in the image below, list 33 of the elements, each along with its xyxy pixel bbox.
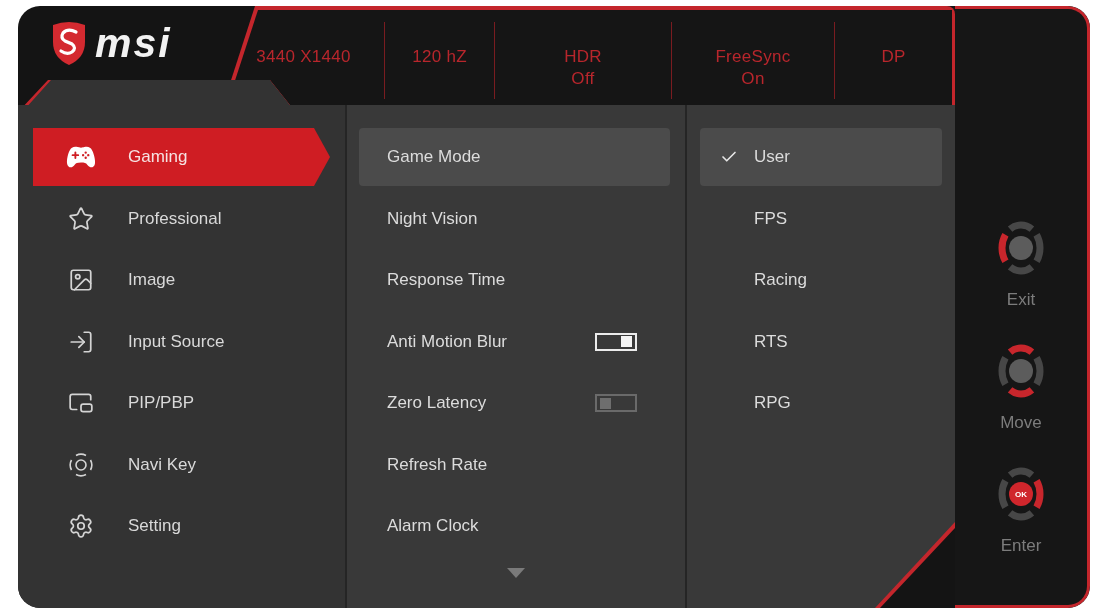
shield-logo-icon — [50, 20, 88, 66]
option-item[interactable]: Racing — [700, 251, 942, 309]
menu-item[interactable]: Gaming — [33, 128, 330, 186]
status-label: DP — [881, 46, 906, 68]
status-label: HDR — [564, 46, 602, 68]
status-value: Off — [571, 68, 595, 90]
key-hint-label: Enter — [1000, 536, 1042, 556]
option-item[interactable]: RPG — [700, 374, 942, 432]
option-item[interactable]: User — [700, 128, 942, 186]
menu-item[interactable]: PIP/PBP — [33, 374, 330, 432]
toggle-switch[interactable] — [595, 394, 637, 412]
status-label: FreeSync — [715, 46, 791, 68]
status-label: 120 hZ — [412, 46, 467, 68]
menu-item[interactable]: Setting — [33, 497, 330, 555]
submenu-item[interactable]: Game Mode — [359, 128, 670, 186]
menu-item[interactable]: Image — [33, 251, 330, 309]
submenu-item[interactable]: Zero Latency — [359, 374, 670, 432]
key-hint-label: Move — [1000, 413, 1042, 433]
menu-item[interactable]: Input Source — [33, 312, 330, 371]
status-label: 3440 X1440 — [256, 46, 351, 68]
option-item[interactable]: FPS — [700, 189, 942, 248]
caret-down-icon — [507, 568, 525, 578]
submenu-item[interactable]: Refresh Rate — [359, 435, 670, 494]
submenu-item[interactable]: Alarm Clock — [359, 497, 670, 555]
status-value: On — [741, 68, 765, 90]
key-hint-label: Exit — [1006, 290, 1036, 310]
option-item[interactable]: RTS — [700, 312, 942, 371]
menu-item[interactable]: Professional — [33, 189, 330, 248]
submenu-item[interactable]: Night Vision — [359, 189, 670, 248]
logo-text: msi — [95, 22, 172, 64]
menu-item[interactable]: Navi Key — [33, 435, 330, 494]
submenu-item[interactable]: Anti Motion Blur — [359, 312, 670, 371]
submenu-item[interactable]: Response Time — [359, 251, 670, 309]
